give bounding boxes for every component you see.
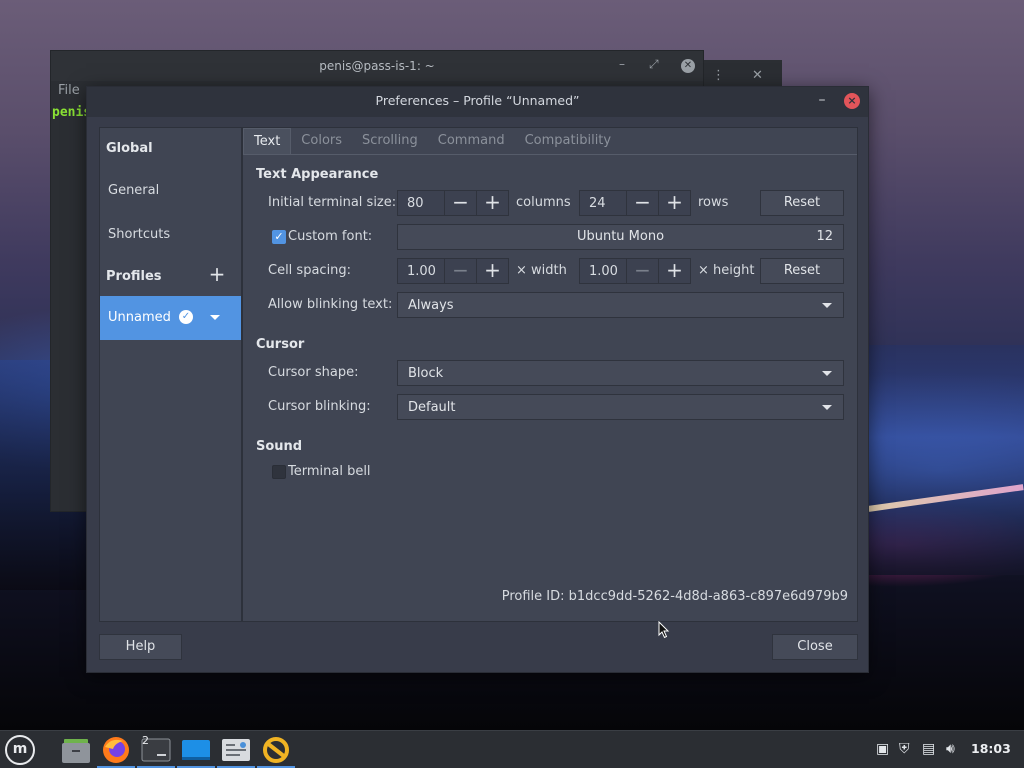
section-cursor: Cursor [256,337,305,352]
cell-spacing-label: Cell spacing: [268,263,352,278]
increment-icon[interactable]: + [476,191,508,215]
cursor-blinking-dropdown[interactable]: Default [397,394,844,420]
clock[interactable]: 18:03 [971,741,1011,756]
add-profile-button[interactable]: + [208,264,226,284]
menu-file[interactable]: File [58,83,80,98]
window-count: 2 [142,734,149,747]
profile-name: Unnamed [108,310,171,325]
profile-menu-chevron-icon[interactable] [210,315,220,320]
maximize-icon[interactable]: ⤢ [649,57,659,72]
terminal-bell-label: Terminal bell [288,464,371,479]
decrement-icon[interactable]: − [626,259,658,283]
mint-menu-icon[interactable]: m [5,735,35,765]
terminal-icon[interactable]: 2 [137,733,175,768]
height-unit: × height [698,263,755,278]
section-sound: Sound [256,439,303,454]
columns-value[interactable]: 80 [407,196,424,211]
sidebar-header-global: Global [106,141,153,156]
decrement-icon[interactable]: − [444,191,476,215]
files-icon[interactable] [57,733,95,767]
allow-blinking-dropdown[interactable]: Always [397,292,844,318]
terminal-bell-checkbox[interactable] [272,465,286,479]
tab-colors[interactable]: Colors [291,128,352,154]
decrement-icon[interactable]: − [626,191,658,215]
shield-icon[interactable]: ⛨ [899,741,910,757]
cursor-shape-dropdown[interactable]: Block [397,360,844,386]
sidebar-item-profile-unnamed[interactable]: Unnamed ✓ [100,296,241,340]
window-title: penis@pass-is-1: ~ [51,51,703,81]
tab-text[interactable]: Text [243,128,292,154]
chevron-down-icon [822,405,832,410]
chevron-down-icon [822,303,832,308]
font-name: Ubuntu Mono [576,229,665,244]
sidebar-item-shortcuts[interactable]: Shortcuts [108,227,170,242]
chevron-down-icon [822,371,832,376]
rows-unit: rows [698,195,729,210]
help-button[interactable]: Help [99,634,182,660]
clipboard-icon[interactable]: ▣ [876,741,889,757]
preferences-sidebar: Global General Shortcuts Profiles + Unna… [99,127,242,622]
height-spacing-spinner[interactable]: 1.00 − + [579,258,691,284]
custom-font-label: Custom font: [288,229,373,244]
text-tab-panel: Text Appearance Initial terminal size: 8… [243,154,857,621]
profile-tabs: Text Colors Scrolling Command Compatibil… [243,128,621,154]
update-manager-icon[interactable] [257,733,295,768]
font-chooser-button[interactable]: Ubuntu Mono 12 [397,224,844,250]
tab-compatibility[interactable]: Compatibility [515,128,622,154]
taskbar: m 2 ▣ ⛨ ▤ 🔊︎ 18:03 [0,730,1024,768]
sidebar-header-profiles: Profiles [106,269,162,284]
width-spacing-spinner[interactable]: 1.00 − + [397,258,509,284]
height-spacing-value[interactable]: 1.00 [589,264,618,279]
kebab-menu-icon[interactable]: ⋮ [712,68,725,83]
cursor-shape-value: Block [408,366,444,381]
close-window-button[interactable]: × [844,93,860,109]
reset-size-button[interactable]: Reset [760,190,844,216]
sidebar-item-general[interactable]: General [108,183,159,198]
volume-icon[interactable]: 🔊︎ [946,741,955,757]
preferences-dialog: Preferences – Profile “Unnamed” – × Glob… [86,86,869,673]
close-button[interactable]: Close [772,634,858,660]
settings-icon[interactable] [217,733,255,768]
increment-icon[interactable]: + [658,259,690,283]
profile-id: Profile ID: b1dcc9dd-5262-4d8d-a863-c897… [502,589,848,604]
wallpaper-bridge-right [868,345,1024,575]
columns-unit: columns [516,195,571,210]
increment-icon[interactable]: + [476,259,508,283]
profile-id-value: b1dcc9dd-5262-4d8d-a863-c897e6d979b9 [568,589,848,604]
custom-font-checkbox[interactable]: ✓ [272,230,286,244]
font-size: 12 [816,229,833,244]
section-text-appearance: Text Appearance [256,167,379,182]
allow-blinking-value: Always [408,298,454,313]
desktop-icon[interactable] [177,733,215,768]
network-icon[interactable]: ▤ [922,741,935,757]
increment-icon[interactable]: + [658,191,690,215]
cursor-shape-label: Cursor shape: [268,365,359,380]
width-spacing-value[interactable]: 1.00 [407,264,436,279]
dialog-title: Preferences – Profile “Unnamed” [87,87,868,117]
tab-command[interactable]: Command [428,128,515,154]
mouse-pointer-icon [658,621,670,639]
cursor-blinking-label: Cursor blinking: [268,399,371,414]
cursor-blinking-value: Default [408,400,456,415]
reset-spacing-button[interactable]: Reset [760,258,844,284]
preferences-content: Text Colors Scrolling Command Compatibil… [242,127,858,622]
close-icon[interactable]: ✕ [681,59,695,73]
allow-blinking-label: Allow blinking text: [268,297,393,312]
initial-size-label: Initial terminal size: [268,195,397,210]
minimize-button[interactable]: – [812,91,832,111]
decrement-icon[interactable]: − [444,259,476,283]
minimize-icon[interactable]: – [619,57,625,71]
firefox-icon[interactable] [97,733,135,768]
close-icon[interactable]: ✕ [752,68,763,83]
columns-spinner[interactable]: 80 − + [397,190,509,216]
width-unit: × width [516,263,567,278]
rows-spinner[interactable]: 24 − + [579,190,691,216]
rows-value[interactable]: 24 [589,196,606,211]
tab-scrolling[interactable]: Scrolling [352,128,428,154]
profile-id-label: Profile ID: [501,589,565,604]
default-profile-check-icon: ✓ [179,310,193,324]
